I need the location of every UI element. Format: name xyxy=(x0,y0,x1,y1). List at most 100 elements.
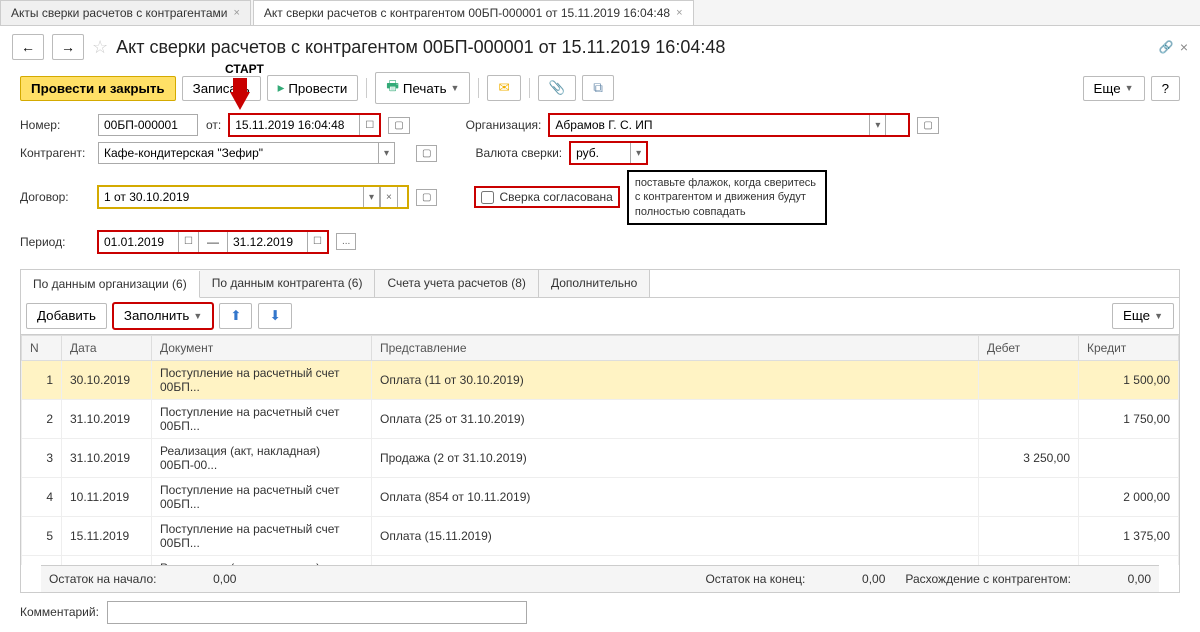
period-select-button[interactable]: ... xyxy=(336,233,356,250)
currency-field[interactable] xyxy=(570,142,630,164)
cell-credit: 1 375,00 xyxy=(1079,516,1179,555)
table-row[interactable]: 231.10.2019Поступление на расчетный счет… xyxy=(22,399,1179,438)
period-to-field[interactable] xyxy=(227,231,307,253)
agreed-checkbox[interactable] xyxy=(481,191,494,204)
tab-by-org[interactable]: По данным организации (6) xyxy=(21,271,200,298)
table-row[interactable]: 130.10.2019Поступление на расчетный счет… xyxy=(22,360,1179,399)
table-row[interactable]: 515.11.2019Поступление на расчетный счет… xyxy=(22,516,1179,555)
counterparty-label: Контрагент: xyxy=(20,146,90,160)
table-row[interactable]: 615.11.2019Реализация (акт, накладная) 0… xyxy=(22,555,1179,565)
main-toolbar: Провести и закрыть Записать ▸ Провести 🖶… xyxy=(0,68,1200,108)
open-button[interactable]: ▢ xyxy=(416,189,437,206)
end-balance-label: Остаток на конец: xyxy=(705,572,805,586)
chevron-down-icon[interactable]: ▾ xyxy=(363,186,380,208)
back-button[interactable]: ← xyxy=(12,34,44,60)
tab-label: Акт сверки расчетов с контрагентом 00БП-… xyxy=(264,6,670,20)
arrow-down-icon: ⬇ xyxy=(269,308,280,324)
cell-doc: Реализация (акт, накладная) 00БП-00... xyxy=(152,438,372,477)
period-from-field[interactable] xyxy=(98,231,178,253)
more-button[interactable]: Еще ▼ xyxy=(1112,303,1174,329)
structure-icon: ⧉ xyxy=(593,80,603,96)
move-up-button[interactable]: ⬆ xyxy=(219,303,252,329)
table-wrap: N Дата Документ Представление Дебет Кред… xyxy=(20,335,1180,593)
table-row[interactable]: 410.11.2019Поступление на расчетный счет… xyxy=(22,477,1179,516)
cell-debit: 3 250,00 xyxy=(979,438,1079,477)
tab-accounts[interactable]: Счета учета расчетов (8) xyxy=(375,270,538,297)
cell-doc: Поступление на расчетный счет 00БП... xyxy=(152,399,372,438)
comment-field[interactable] xyxy=(107,601,527,624)
open-button[interactable]: ▢ xyxy=(917,117,938,134)
number-field[interactable] xyxy=(98,114,198,136)
cell-credit: 1 500,00 xyxy=(1079,360,1179,399)
close-icon[interactable]: × xyxy=(233,7,239,19)
chevron-down-icon[interactable]: ▾ xyxy=(378,142,395,164)
chevron-down-icon[interactable]: ▾ xyxy=(869,114,886,136)
open-button[interactable]: ▢ xyxy=(388,117,409,134)
counterparty-field[interactable] xyxy=(98,142,378,164)
col-credit[interactable]: Кредит xyxy=(1079,335,1179,360)
attach-button[interactable]: 📎 xyxy=(538,75,577,101)
forward-button[interactable]: → xyxy=(52,34,84,60)
cell-n: 1 xyxy=(22,360,62,399)
tab-document[interactable]: Акт сверки расчетов с контрагентом 00БП-… xyxy=(253,0,694,25)
org-field[interactable] xyxy=(549,114,869,136)
org-label: Организация: xyxy=(466,118,542,132)
contract-field[interactable] xyxy=(98,186,363,208)
favorite-icon[interactable]: ☆ xyxy=(92,37,108,58)
move-down-button[interactable]: ⬇ xyxy=(258,303,291,329)
header-bar: ← → ☆ Акт сверки расчетов с контрагентом… xyxy=(0,26,1200,68)
post-button[interactable]: ▸ Провести xyxy=(267,75,359,101)
cell-n: 2 xyxy=(22,399,62,438)
cell-n: 4 xyxy=(22,477,62,516)
email-button[interactable]: ✉ xyxy=(487,75,520,101)
separator xyxy=(529,78,530,98)
col-date[interactable]: Дата xyxy=(62,335,152,360)
app-tabs: Акты сверки расчетов с контрагентами × А… xyxy=(0,0,1200,26)
col-repr[interactable]: Представление xyxy=(372,335,979,360)
chevron-down-icon[interactable]: ▾ xyxy=(630,142,647,164)
help-button[interactable]: ? xyxy=(1151,76,1180,101)
close-icon[interactable]: × xyxy=(1180,39,1188,55)
chevron-down-icon: ▼ xyxy=(193,311,202,321)
close-icon[interactable]: × xyxy=(676,7,682,19)
number-label: Номер: xyxy=(20,118,90,132)
chevron-down-icon: ▼ xyxy=(1154,311,1163,321)
open-button[interactable]: ▢ xyxy=(416,145,437,162)
post-and-close-button[interactable]: Провести и закрыть xyxy=(20,76,176,101)
calendar-icon[interactable]: ☐ xyxy=(178,231,199,253)
cell-date: 31.10.2019 xyxy=(62,399,152,438)
tab-by-counterparty[interactable]: По данным контрагента (6) xyxy=(200,270,376,297)
comment-label: Комментарий: xyxy=(20,605,99,619)
clear-icon[interactable]: × xyxy=(380,186,398,208)
tab-list[interactable]: Акты сверки расчетов с контрагентами × xyxy=(0,0,251,25)
structure-button[interactable]: ⧉ xyxy=(582,75,614,101)
table-row[interactable]: 331.10.2019Реализация (акт, накладная) 0… xyxy=(22,438,1179,477)
col-n[interactable]: N xyxy=(22,335,62,360)
calendar-icon[interactable]: ☐ xyxy=(359,114,380,136)
comment-row: Комментарий: xyxy=(0,593,1200,632)
cell-repr: Продажа (2 от 31.10.2019) xyxy=(372,438,979,477)
cell-n: 3 xyxy=(22,438,62,477)
calendar-icon[interactable]: ☐ xyxy=(307,231,328,253)
end-balance-val: 0,00 xyxy=(825,572,885,586)
date-field[interactable] xyxy=(229,114,359,136)
print-button[interactable]: 🖶 Печать ▼ xyxy=(375,72,470,104)
doc-tabs: По данным организации (6) По данным конт… xyxy=(20,269,1180,297)
separator xyxy=(366,78,367,98)
totals-row: Остаток на начало: 0,00 Остаток на конец… xyxy=(41,565,1159,592)
col-doc[interactable]: Документ xyxy=(152,335,372,360)
arrow-up-icon: ⬆ xyxy=(230,308,241,324)
cell-n: 5 xyxy=(22,516,62,555)
col-debit[interactable]: Дебет xyxy=(979,335,1079,360)
agreed-checkbox-group[interactable]: Сверка согласована xyxy=(475,187,618,207)
cell-debit xyxy=(979,360,1079,399)
tab-additional[interactable]: Дополнительно xyxy=(539,270,650,297)
fill-button[interactable]: Заполнить ▼ xyxy=(113,303,213,329)
add-button[interactable]: Добавить xyxy=(26,303,107,329)
cell-credit: 1 750,00 xyxy=(1079,399,1179,438)
annotation-start: СТАРТ xyxy=(225,62,264,76)
more-button[interactable]: Еще ▼ xyxy=(1083,76,1145,101)
link-icon[interactable]: 🔗 xyxy=(1159,40,1174,54)
diff-val: 0,00 xyxy=(1091,572,1151,586)
data-table: N Дата Документ Представление Дебет Кред… xyxy=(21,335,1179,565)
